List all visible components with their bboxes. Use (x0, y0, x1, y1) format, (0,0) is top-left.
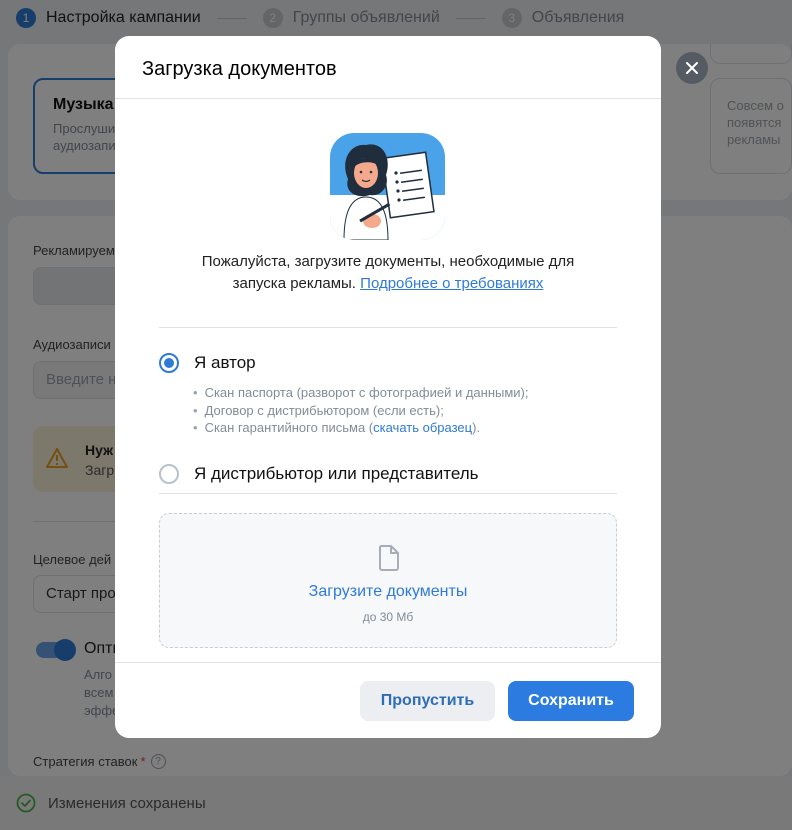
radio-label: Я дистрибьютор или представитель (194, 464, 479, 483)
radio-button-checked[interactable] (159, 353, 179, 373)
divider (159, 327, 617, 328)
list-item: Скан гарантийного письма (скачать образе… (193, 419, 529, 437)
requirements-link[interactable]: Подробнее о требованиях (360, 275, 543, 292)
close-icon (686, 62, 698, 74)
list-item: Скан паспорта (разворот с фотографией и … (193, 384, 529, 402)
upload-size-limit: до 30 Мб (362, 610, 414, 624)
divider (159, 493, 617, 494)
modal-title: Загрузка документов (115, 36, 661, 99)
download-sample-link[interactable]: скачать образец (373, 420, 472, 435)
save-button[interactable]: Сохранить (508, 681, 634, 721)
file-icon (378, 545, 399, 571)
intro-text: Пожалуйста, загрузите документы, необход… (201, 253, 575, 292)
radio-label: Я автор (194, 353, 256, 372)
upload-title[interactable]: Загрузите документы (160, 583, 616, 601)
radio-distributor[interactable]: Я дистрибьютор или представитель (159, 464, 478, 484)
close-button[interactable] (676, 52, 708, 84)
list-item: Договор с дистрибьютором (если есть); (193, 402, 529, 420)
radio-button[interactable] (159, 464, 179, 484)
requirements-list: Скан паспорта (разворот с фотографией и … (193, 384, 529, 437)
upload-documents-modal: Загрузка документов Пожалуйста, загрузит… (115, 36, 661, 738)
upload-dropzone[interactable]: Загрузите документы до 30 Мб (159, 513, 617, 648)
document-illustration (330, 133, 445, 240)
modal-footer: Пропустить Сохранить (115, 662, 661, 738)
skip-button[interactable]: Пропустить (360, 681, 495, 721)
radio-author[interactable]: Я автор (159, 353, 256, 373)
